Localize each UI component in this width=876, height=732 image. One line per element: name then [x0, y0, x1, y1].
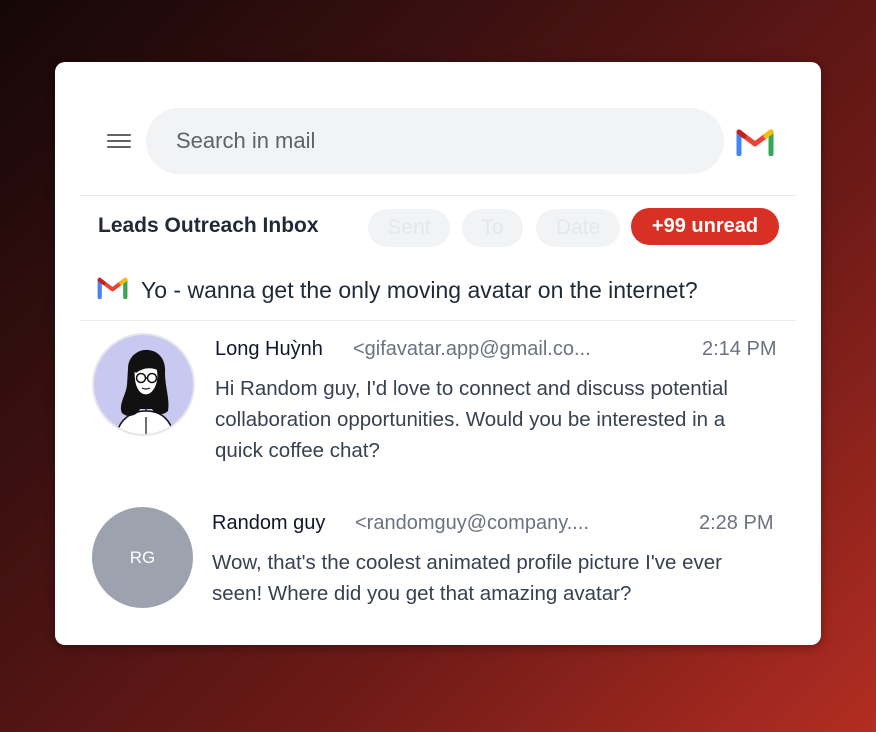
sender-email: <randomguy@company....: [355, 512, 589, 534]
search-input[interactable]: [146, 108, 724, 174]
message-preview: Hi Random guy, I'd love to connect and d…: [215, 377, 728, 462]
sender-name: Long Huỳnh: [215, 338, 323, 360]
sender-email: <gifavatar.app@gmail.co...: [353, 338, 591, 360]
avatar[interactable]: RG: [92, 507, 193, 608]
message-time: 2:14 PM: [702, 338, 777, 360]
message-preview: Wow, that's the coolest animated profile…: [212, 551, 722, 605]
unread-badge[interactable]: +99 unread: [631, 208, 779, 245]
filter-chip-sent[interactable]: Sent: [368, 209, 450, 247]
menu-icon[interactable]: [107, 132, 131, 150]
mail-card: Leads Outreach Inbox Sent To Date +99 un…: [55, 62, 821, 645]
person-illustration-icon: [116, 349, 175, 434]
thread-subject: Yo - wanna get the only moving avatar on…: [141, 277, 698, 303]
avatar[interactable]: [92, 333, 195, 436]
avatar-initials: RG: [129, 547, 156, 567]
inbox-title: Leads Outreach Inbox: [98, 214, 319, 237]
gmail-logo-icon: [97, 277, 128, 299]
message-time: 2:28 PM: [699, 512, 774, 534]
divider: [80, 195, 796, 196]
sender-name: Random guy: [212, 512, 326, 534]
filter-chip-to[interactable]: To: [462, 209, 523, 247]
filter-chip-date[interactable]: Date: [536, 209, 620, 247]
gmail-logo-icon: [736, 129, 774, 156]
divider: [80, 320, 796, 321]
